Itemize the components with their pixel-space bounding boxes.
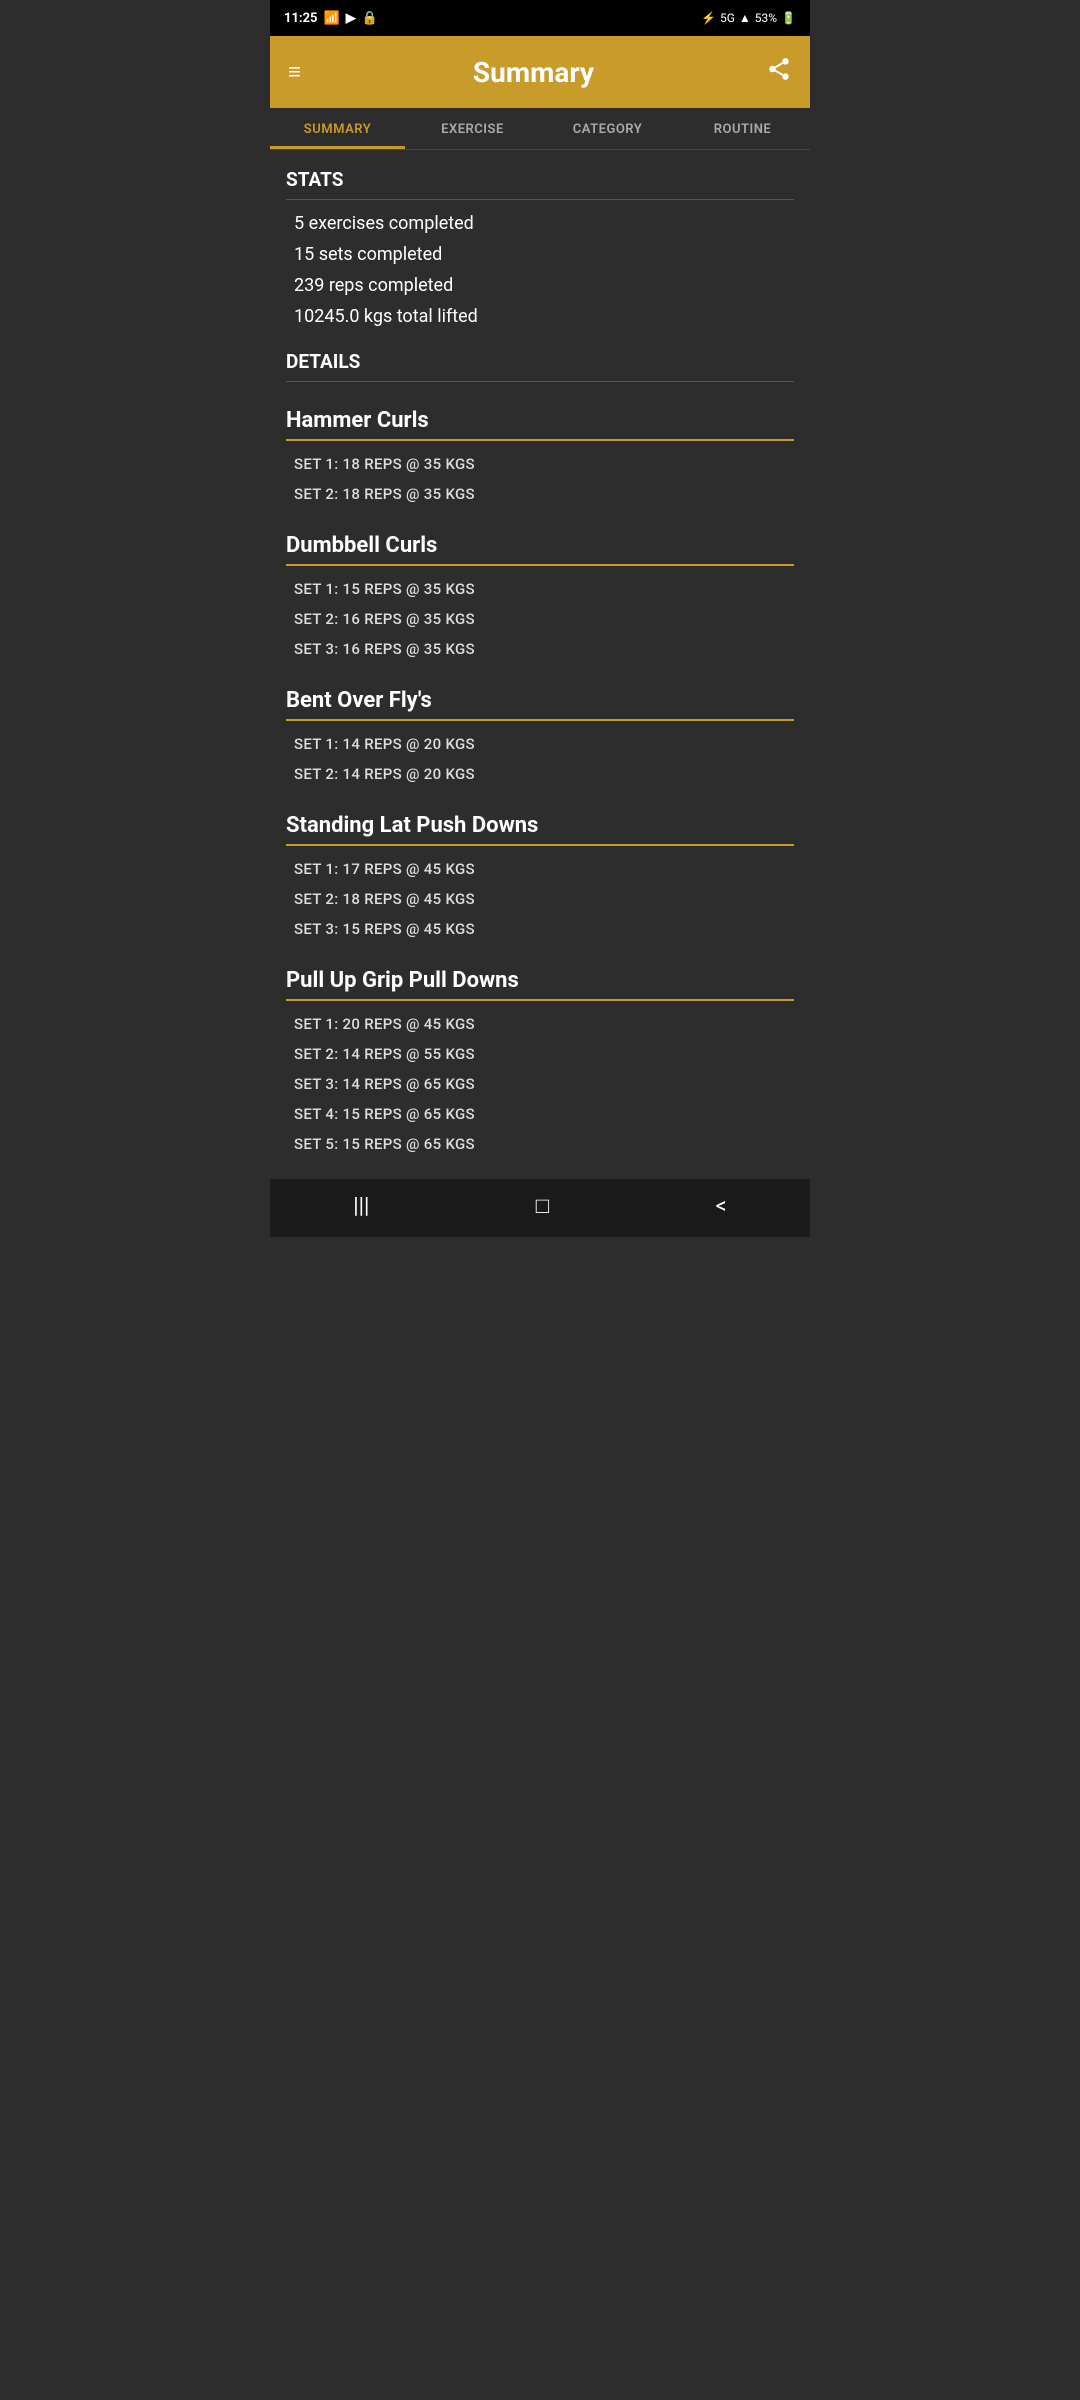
exercise-block-dumbbell-curls: Dumbbell Curls SET 1: 15 REPS @ 35 KGS S… — [286, 519, 794, 664]
tab-summary[interactable]: SUMMARY — [270, 108, 405, 149]
exercise-block-hammer-curls: Hammer Curls SET 1: 18 REPS @ 35 KGS SET… — [286, 394, 794, 509]
exercise-name-dumbbell-curls: Dumbbell Curls — [286, 519, 794, 566]
battery-level: 53% — [755, 11, 777, 25]
stats-list: 5 exercises completed 15 sets completed … — [286, 208, 794, 332]
battery-icon: 🔋 — [781, 11, 796, 25]
status-right: ⚡ 5G ▲ 53% 🔋 — [701, 11, 796, 25]
app-bar: ≡ Summary — [270, 36, 810, 108]
tab-routine[interactable]: ROUTINE — [675, 108, 810, 149]
tab-category[interactable]: CATEGORY — [540, 108, 675, 149]
set-item: SET 3: 14 REPS @ 65 KGS — [286, 1069, 794, 1099]
set-item: SET 2: 14 REPS @ 55 KGS — [286, 1039, 794, 1069]
tab-bar: SUMMARY EXERCISE CATEGORY ROUTINE — [270, 108, 810, 150]
set-item: SET 2: 18 REPS @ 45 KGS — [286, 884, 794, 914]
exercise-name-hammer-curls: Hammer Curls — [286, 394, 794, 441]
menu-icon[interactable]: ≡ — [288, 59, 301, 85]
set-item: SET 4: 15 REPS @ 65 KGS — [286, 1099, 794, 1129]
exercise-block-standing-lat-push-downs: Standing Lat Push Downs SET 1: 17 REPS @… — [286, 799, 794, 944]
exercise-block-pull-up-grip-pull-downs: Pull Up Grip Pull Downs SET 1: 20 REPS @… — [286, 954, 794, 1159]
stat-sets: 15 sets completed — [286, 239, 794, 270]
wifi-icon: ▲ — [739, 11, 751, 25]
network-icon: 5G — [720, 11, 735, 25]
set-item: SET 3: 16 REPS @ 35 KGS — [286, 634, 794, 664]
set-item: SET 1: 20 REPS @ 45 KGS — [286, 1009, 794, 1039]
set-item: SET 3: 15 REPS @ 45 KGS — [286, 914, 794, 944]
home-button[interactable]: □ — [536, 1193, 549, 1219]
set-item: SET 1: 18 REPS @ 35 KGS — [286, 449, 794, 479]
stat-weight: 10245.0 kgs total lifted — [286, 301, 794, 332]
set-item: SET 2: 16 REPS @ 35 KGS — [286, 604, 794, 634]
set-item: SET 1: 15 REPS @ 35 KGS — [286, 574, 794, 604]
set-item: SET 1: 14 REPS @ 20 KGS — [286, 729, 794, 759]
set-item: SET 2: 14 REPS @ 20 KGS — [286, 759, 794, 789]
set-item: SET 2: 18 REPS @ 35 KGS — [286, 479, 794, 509]
set-item: SET 5: 15 REPS @ 65 KGS — [286, 1129, 794, 1159]
status-bar: 11:25 📶 ▶ 🔒 ⚡ 5G ▲ 53% 🔋 — [270, 0, 810, 36]
lock-icon: 🔒 — [362, 11, 378, 26]
app-bar-title: Summary — [473, 56, 594, 89]
status-left: 11:25 📶 ▶ 🔒 — [284, 11, 378, 26]
stats-header: STATS — [286, 150, 794, 200]
exercise-block-bent-over-flys: Bent Over Fly's SET 1: 14 REPS @ 20 KGS … — [286, 674, 794, 789]
signal-icon: 📶 — [324, 11, 340, 26]
back-button[interactable]: < — [716, 1194, 727, 1219]
exercise-name-standing-lat-push-downs: Standing Lat Push Downs — [286, 799, 794, 846]
share-icon[interactable] — [766, 56, 792, 88]
set-item: SET 1: 17 REPS @ 45 KGS — [286, 854, 794, 884]
exercise-name-bent-over-flys: Bent Over Fly's — [286, 674, 794, 721]
bluetooth-icon: ⚡ — [701, 11, 716, 25]
youtube-icon: ▶ — [346, 11, 356, 26]
details-header: DETAILS — [286, 332, 794, 382]
exercise-name-pull-up-grip-pull-downs: Pull Up Grip Pull Downs — [286, 954, 794, 1001]
status-time: 11:25 — [284, 11, 318, 26]
stat-reps: 239 reps completed — [286, 270, 794, 301]
tab-exercise[interactable]: EXERCISE — [405, 108, 540, 149]
recent-apps-button[interactable]: ||| — [353, 1194, 369, 1219]
main-content: STATS 5 exercises completed 15 sets comp… — [270, 150, 810, 1159]
stat-exercises: 5 exercises completed — [286, 208, 794, 239]
bottom-nav: ||| □ < — [270, 1179, 810, 1237]
